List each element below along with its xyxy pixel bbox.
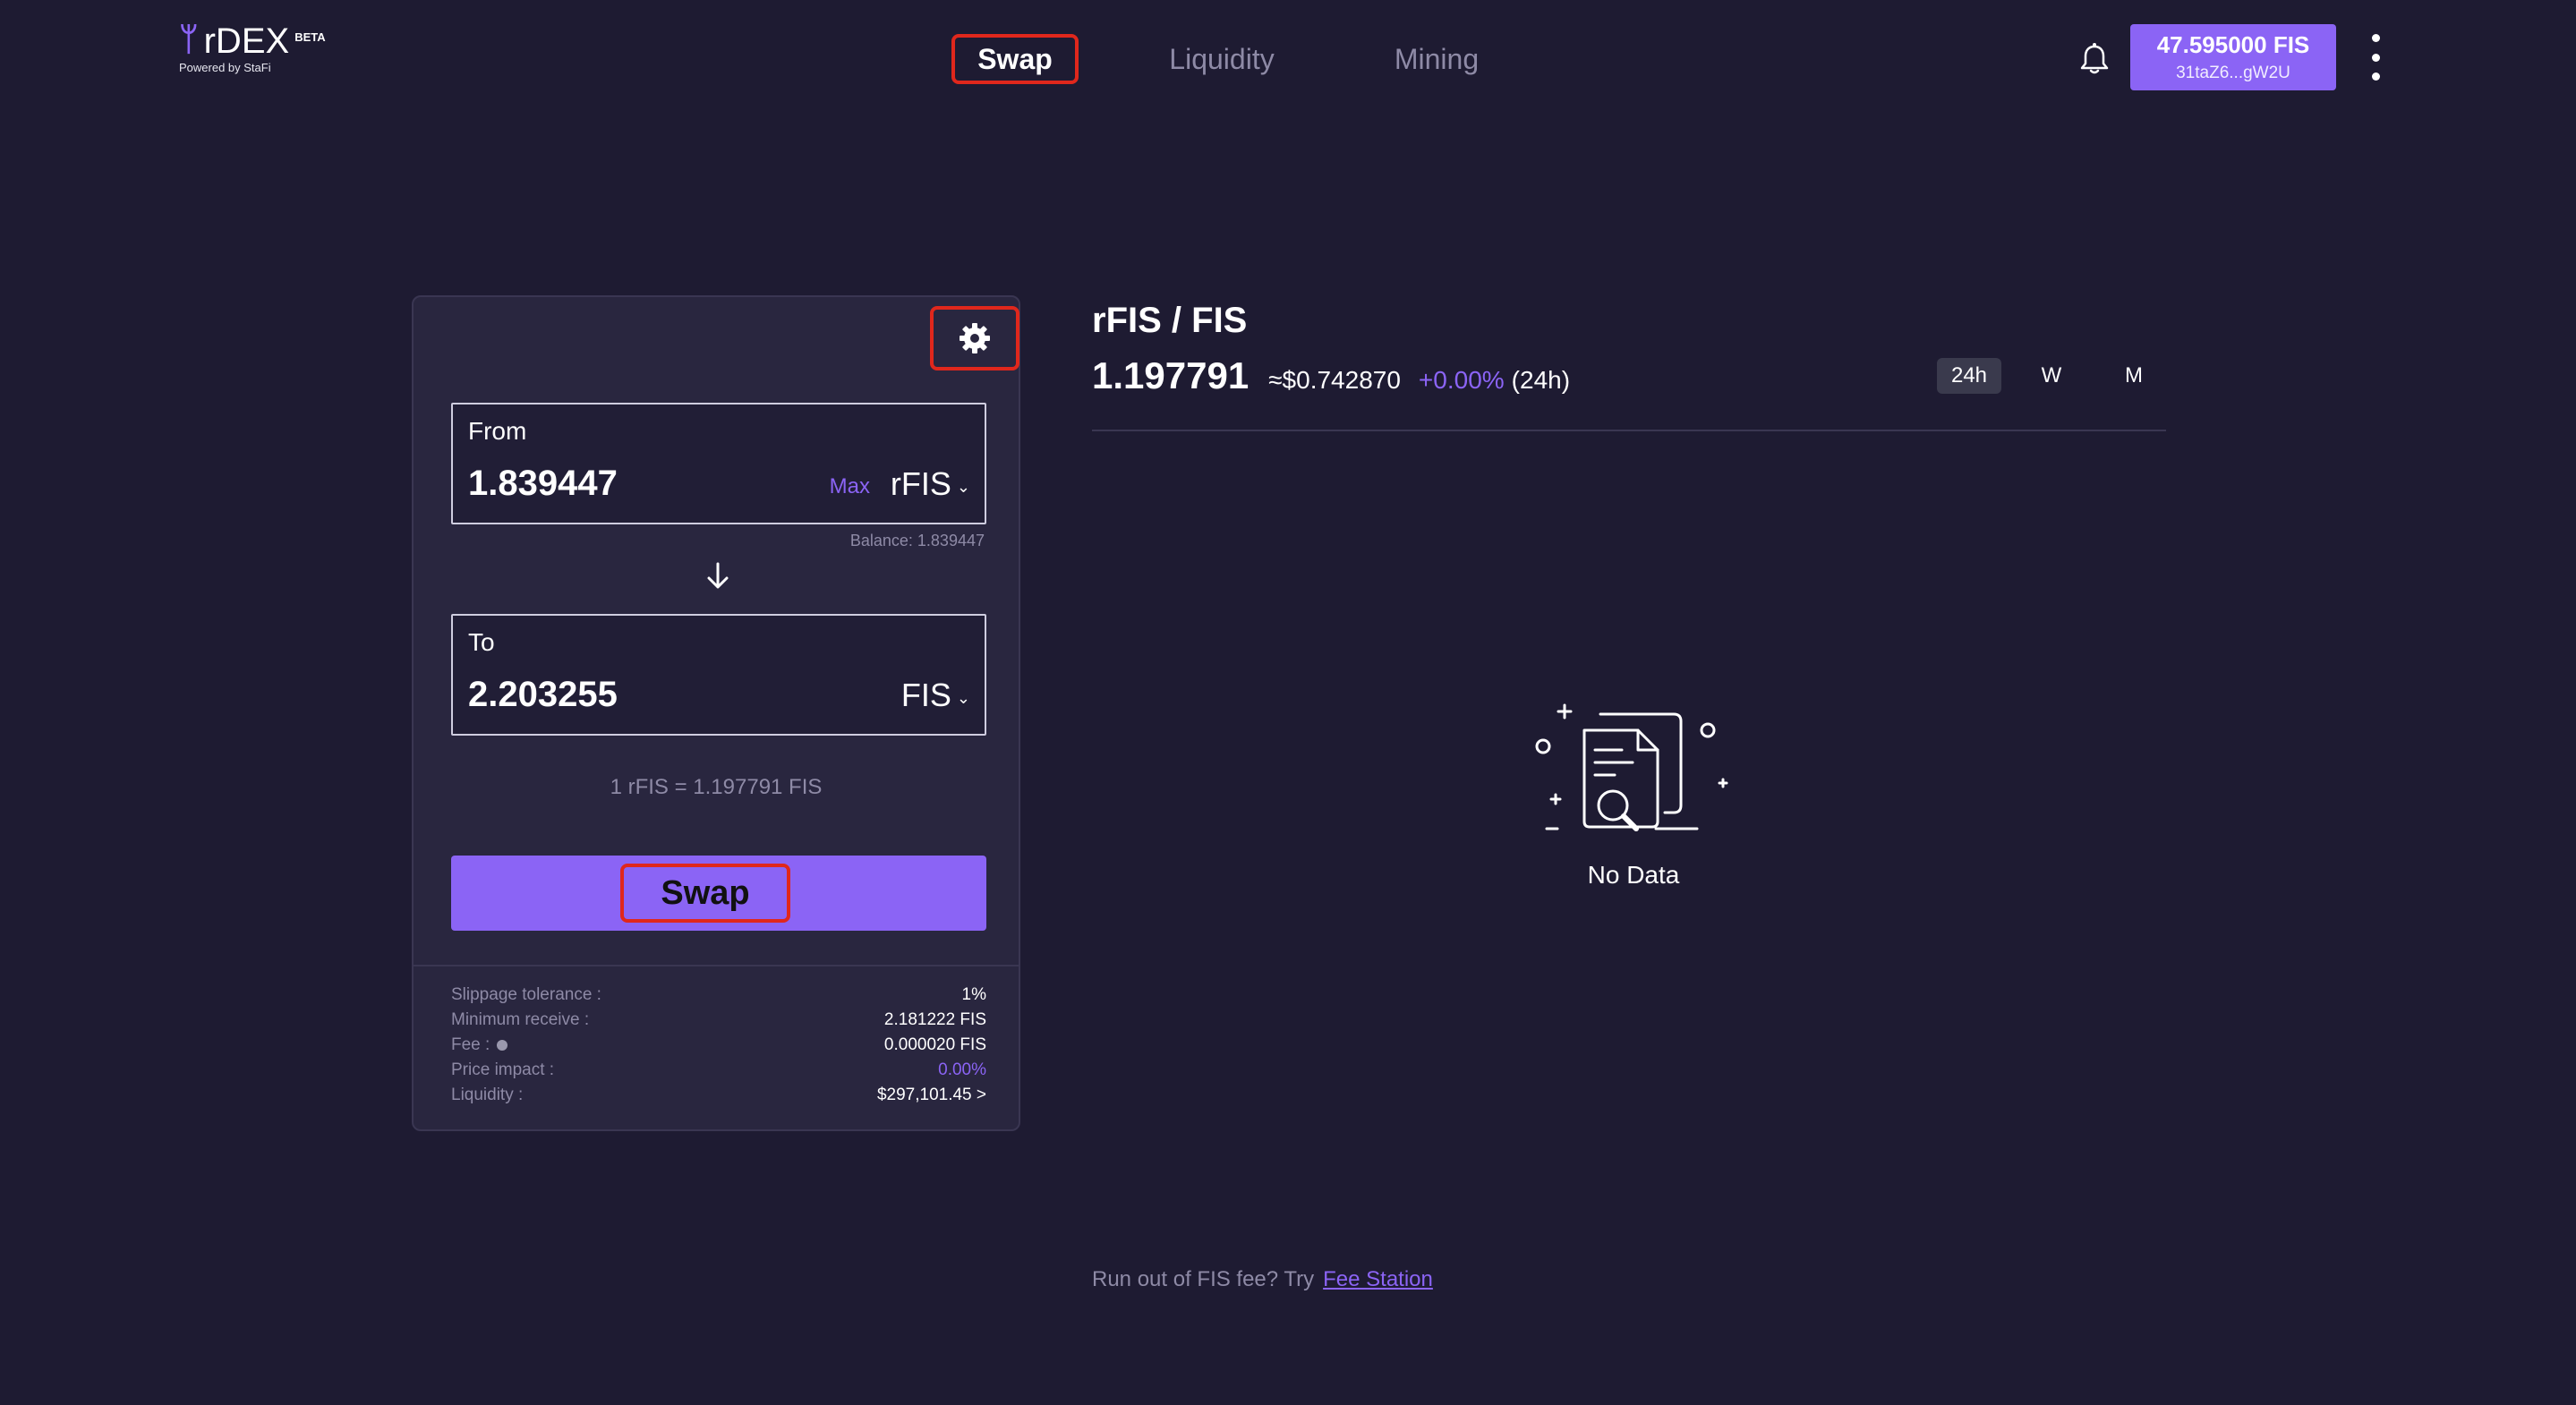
detail-row-liquidity: Liquidity : $297,101.45 > [451,1083,986,1108]
swap-button-label: Swap [620,864,790,923]
swap-details: Slippage tolerance : 1% Minimum receive … [451,983,986,1108]
from-label: From [468,417,527,445]
range-tab-month[interactable]: M [2102,358,2166,394]
to-token-label: FIS [900,677,951,713]
to-amount-input[interactable]: 2.203255 [468,675,618,715]
exchange-rate: 1 rFIS = 1.197791 FIS [610,775,823,799]
to-field[interactable]: To 2.203255 FIS ⌄ [451,614,986,736]
price-period: (24h) [1511,366,1571,394]
menu-dot [2371,34,2380,42]
detail-row-min-receive: Minimum receive : 2.181222 FIS [451,1008,986,1033]
chart-divider [1092,430,2166,431]
nav-liquidity[interactable]: Liquidity [1155,34,1289,84]
wallet-address: 31taZ6...gW2U [2176,64,2290,82]
pair-title: rFIS / FIS [1092,301,1248,340]
settings-button[interactable] [930,306,1019,370]
fee-station-link[interactable]: Fee Station [1323,1267,1433,1291]
price-impact-label: Price impact : [451,1060,555,1079]
wallet-balance: 47.595000 FIS [2156,31,2310,58]
no-data-label: No Data [1587,861,1680,889]
detail-row-fee: Fee : 0.000020 FIS [451,1033,986,1058]
fee-label-group: Fee : [451,1035,508,1055]
nav-mining[interactable]: Mining [1378,34,1495,84]
detail-row-price-impact: Price impact : 0.00% [451,1058,986,1083]
price-impact-value: 0.00% [938,1060,986,1079]
menu-dot [2371,72,2380,81]
fee-label: Fee : [451,1035,490,1054]
detail-row-slippage: Slippage tolerance : 1% [451,983,986,1008]
liquidity-link[interactable]: $297,101.45 > [877,1086,986,1105]
fee-station-text: Run out of FIS fee? Try [1092,1267,1315,1291]
chevron-down-icon: ⌄ [956,477,970,496]
liquidity-label: Liquidity : [451,1086,524,1104]
from-token-label: rFIS [890,465,951,502]
menu-dot [2371,53,2380,62]
to-label: To [468,628,495,656]
fee-value: 0.000020 FIS [883,1035,986,1054]
chevron-down-icon: ⌄ [956,688,970,707]
price-change: +0.00% [1418,366,1505,394]
swap-card: From 1.839447 Max rFIS ⌄ Balance: 1.8394… [412,295,1020,1131]
wallet-button[interactable]: 47.595000 FIS 31taZ6...gW2U [2130,24,2336,90]
price-row: 1.197791 ≈$0.742870 +0.00% (24h) [1092,354,1570,397]
from-token-select[interactable]: rFIS ⌄ [891,465,970,503]
card-divider [414,965,1019,966]
to-token-select[interactable]: FIS ⌄ [901,677,970,714]
swap-button[interactable]: Swap [451,856,986,931]
min-receive-label: Minimum receive : [451,1010,590,1029]
slippage-label: Slippage tolerance : [451,985,601,1004]
from-balance: Balance: 1.839447 [849,532,985,549]
fee-station-note: Run out of FIS fee? Try Fee Station [1092,1267,1433,1292]
from-amount-input[interactable]: 1.839447 [468,464,618,504]
usd-price: ≈$0.742870 [1268,366,1401,394]
gear-icon [960,323,990,353]
kebab-menu-icon[interactable] [2367,34,2384,81]
pair-price: 1.197791 [1092,354,1250,396]
range-tab-24h[interactable]: 24h [1937,358,2001,394]
from-field[interactable]: From 1.839447 Max rFIS ⌄ [451,403,986,524]
range-tab-week[interactable]: W [2019,358,2084,394]
slippage-value: 1% [961,985,986,1004]
bell-icon[interactable] [2078,41,2111,75]
range-tabs: 24h W M [1937,358,2184,394]
info-icon[interactable] [497,1039,508,1051]
no-data-document-icon [1535,703,1728,831]
max-button[interactable]: Max [830,474,870,499]
min-receive-value: 2.181222 FIS [883,1010,986,1029]
arrow-down-icon[interactable] [702,558,734,594]
nav-swap[interactable]: Swap [951,34,1079,84]
